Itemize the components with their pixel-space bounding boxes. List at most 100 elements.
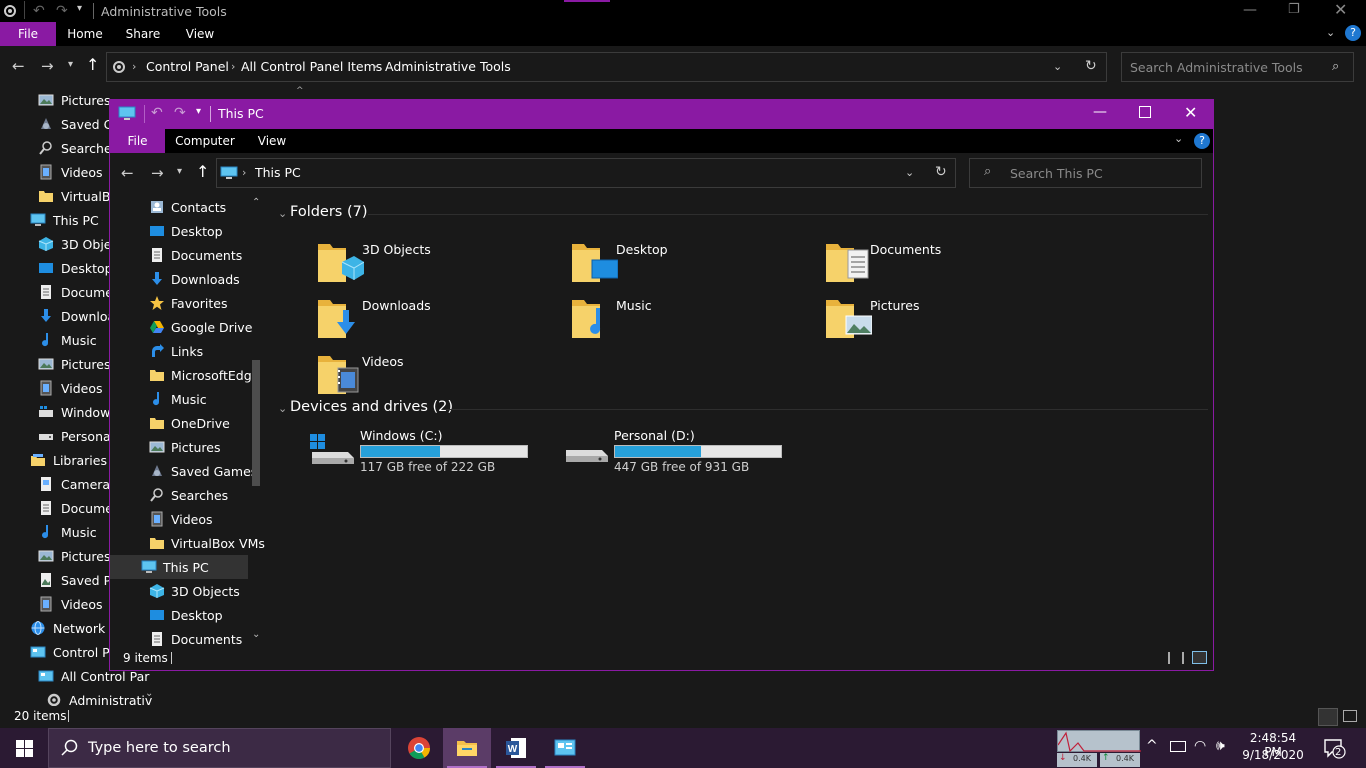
tab-share[interactable]: Share (122, 22, 164, 46)
taskbar-search[interactable]: Type here to search (48, 728, 391, 768)
minimize-button[interactable]: — (1093, 104, 1107, 120)
help-icon[interactable]: ? (1194, 133, 1210, 149)
redo-icon[interactable]: ↷ (174, 105, 186, 121)
minimize-button[interactable]: — (1243, 2, 1257, 18)
tab-file[interactable]: File (0, 22, 56, 46)
search-box[interactable]: ⌕ Search This PC (969, 158, 1202, 188)
folder-item[interactable]: Videos (316, 352, 566, 402)
quick-access-dropdown-icon[interactable]: ▾ (77, 3, 82, 14)
nav-item[interactable]: OneDrive (110, 411, 248, 435)
nav-item[interactable]: Pictures (110, 435, 248, 459)
folder-item[interactable]: Music (570, 296, 820, 346)
nav-item[interactable]: Downloads (110, 267, 248, 291)
nav-item[interactable]: Documents (110, 243, 248, 267)
nav-item[interactable]: VirtualBox VMs (110, 531, 265, 555)
scrollbar-thumb[interactable] (252, 360, 260, 486)
quick-access-dropdown-icon[interactable]: ▾ (196, 106, 201, 117)
back-icon[interactable]: ← (121, 164, 134, 182)
redo-icon[interactable]: ↷ (56, 3, 68, 19)
folder-item[interactable]: Documents (824, 240, 1074, 290)
battery-icon[interactable] (1170, 741, 1186, 752)
nav-item[interactable]: Desktop (110, 219, 248, 243)
tab-view[interactable]: View (180, 22, 220, 46)
scroll-up-icon[interactable]: ⌃ (252, 197, 260, 208)
scroll-down-icon[interactable]: ⌄ (252, 629, 260, 640)
folder-item[interactable]: 3D Objects (316, 240, 566, 290)
breadcrumb-all-items[interactable]: All Control Panel Items (241, 48, 382, 86)
nav-item[interactable]: Videos (110, 507, 248, 531)
drive-item[interactable]: Windows (C:) 117 GB free of 222 GB (308, 428, 548, 478)
address-dropdown-icon[interactable]: ⌄ (1053, 60, 1062, 73)
nav-item[interactable]: Google Drive (110, 315, 252, 339)
breadcrumb-admin-tools[interactable]: Administrative Tools (385, 48, 511, 86)
help-icon[interactable]: ? (1345, 25, 1361, 41)
nav-item[interactable]: Saved Games (110, 459, 257, 483)
nav-item[interactable]: Contacts (110, 195, 248, 219)
up-icon[interactable]: ↑ (196, 162, 209, 181)
folder-item[interactable]: Pictures (824, 296, 1074, 346)
nav-item[interactable]: Searches (110, 483, 248, 507)
clock-date[interactable]: 9/18/2020 (1240, 748, 1306, 762)
breadcrumb-this-pc[interactable]: This PC (255, 154, 301, 192)
recent-locations-icon[interactable]: ▾ (177, 166, 182, 177)
saved-pictures-icon (38, 572, 54, 588)
drive-usage-fill (615, 446, 702, 457)
folders-group-header[interactable]: Folders (7) (290, 204, 368, 220)
wifi-icon[interactable]: ◠ (1194, 738, 1206, 754)
folder-item[interactable]: Desktop (570, 240, 820, 290)
address-dropdown-icon[interactable]: ⌄ (905, 166, 914, 179)
nav-scrollbar[interactable]: ⌃ ⌄ (248, 195, 266, 647)
tab-home[interactable]: Home (62, 22, 108, 46)
show-hidden-icons-icon[interactable]: ^ (1146, 738, 1158, 754)
nav-item-selected[interactable]: This PC (110, 555, 248, 579)
refresh-icon[interactable]: ↻ (1085, 58, 1097, 74)
drive-item[interactable]: Personal (D:) 447 GB free of 931 GB (562, 428, 802, 478)
start-button[interactable] (16, 740, 33, 757)
tab-file[interactable]: File (110, 129, 165, 153)
undo-icon[interactable]: ↶ (33, 3, 45, 19)
ribbon-expand-icon[interactable]: ⌄ (1326, 26, 1335, 39)
close-button[interactable]: ✕ (1334, 0, 1347, 19)
videos-icon (38, 596, 54, 612)
chevron-down-icon[interactable]: ⌄ (145, 688, 153, 699)
nav-item-label: Searches (171, 488, 229, 503)
forward-icon[interactable]: → (41, 57, 54, 75)
recent-locations-icon[interactable]: ▾ (68, 59, 73, 70)
details-view-icon[interactable] (1318, 708, 1338, 726)
nav-item[interactable]: 3D Objects (110, 579, 248, 603)
details-view-icon[interactable] (1168, 652, 1184, 664)
taskbar-control-panel[interactable] (541, 728, 589, 768)
taskbar-chrome[interactable] (395, 728, 443, 768)
ribbon-expand-icon[interactable]: ⌄ (1174, 132, 1183, 145)
folder-item[interactable]: Downloads (316, 296, 566, 346)
nav-item[interactable]: Music (110, 387, 248, 411)
nav-item[interactable]: Documents (110, 627, 248, 647)
nav-item[interactable]: Favorites (110, 291, 248, 315)
collapse-folders-icon[interactable]: ⌄ (278, 207, 287, 220)
collapse-drives-icon[interactable]: ⌄ (278, 402, 287, 415)
nav-item[interactable]: Links (110, 339, 248, 363)
nav-item[interactable]: MicrosoftEdge (110, 363, 259, 387)
tab-view[interactable]: View (252, 129, 292, 153)
search-box[interactable]: Search Administrative Tools ⌕ (1121, 52, 1354, 82)
taskbar-file-explorer[interactable] (443, 728, 491, 768)
front-title-bar: ↶ ↷ ▾ This PC — ✕ (110, 100, 1213, 129)
tab-computer[interactable]: Computer (172, 129, 238, 153)
address-bar[interactable]: › Control Panel › All Control Panel Item… (106, 52, 1107, 82)
large-icons-view-icon[interactable] (1343, 710, 1357, 722)
volume-icon[interactable]: 🕪 (1216, 738, 1225, 754)
taskbar-word[interactable]: W (492, 728, 540, 768)
refresh-icon[interactable]: ↻ (935, 164, 947, 180)
maximize-button[interactable] (1139, 106, 1151, 118)
large-icons-view-icon[interactable] (1192, 651, 1207, 664)
restore-button[interactable]: ❐ (1288, 2, 1300, 17)
back-icon[interactable]: ← (12, 57, 25, 75)
up-icon[interactable]: ↑ (86, 55, 99, 74)
breadcrumb-control-panel[interactable]: Control Panel (146, 48, 229, 86)
nav-item[interactable]: Desktop (110, 603, 248, 627)
undo-icon[interactable]: ↶ (151, 105, 163, 121)
drives-group-header[interactable]: Devices and drives (2) (290, 399, 453, 415)
forward-icon[interactable]: → (151, 164, 164, 182)
address-bar[interactable]: › This PC ⌄ ↻ (216, 158, 956, 188)
close-button[interactable]: ✕ (1184, 103, 1197, 122)
